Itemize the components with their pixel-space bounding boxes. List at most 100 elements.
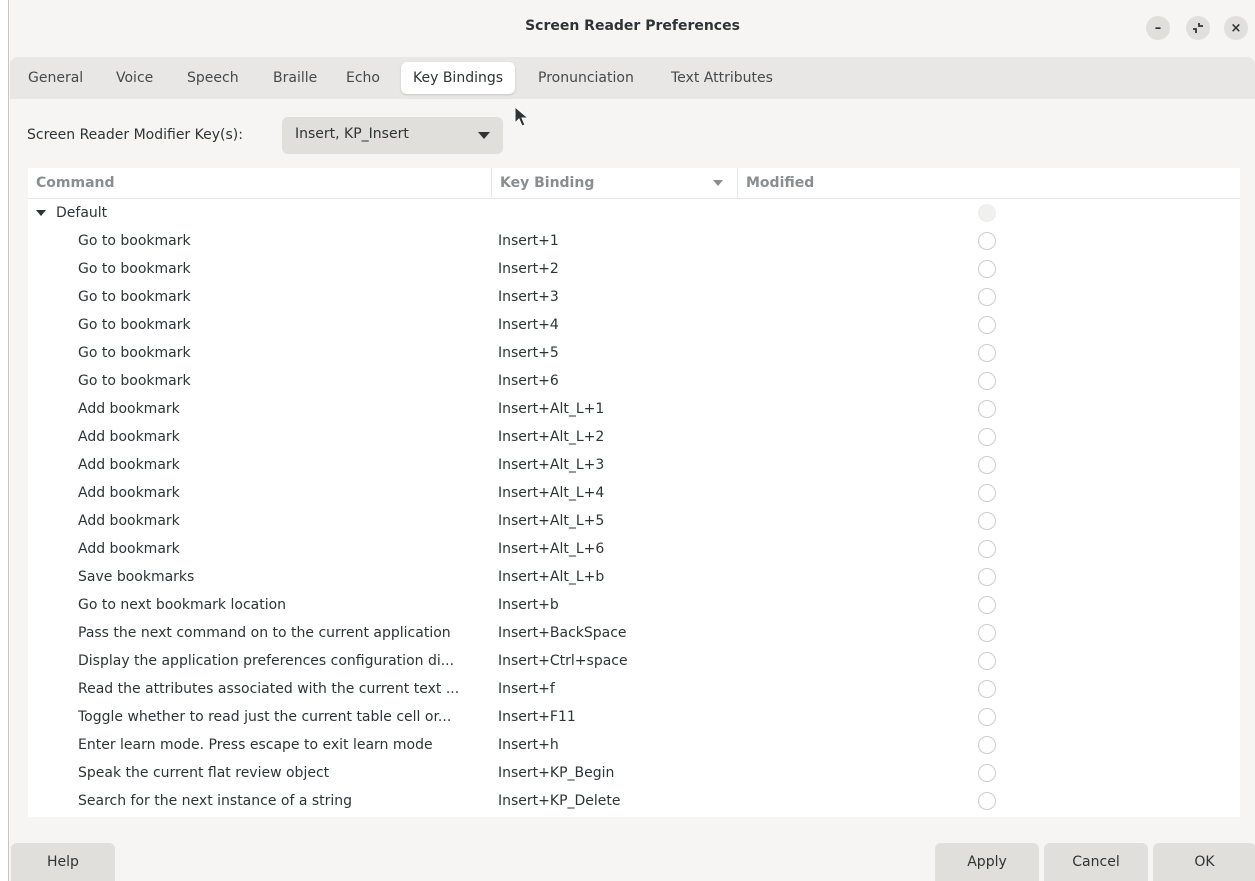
key-binding-cell[interactable]: Insert+F11	[498, 703, 576, 731]
tab-speech[interactable]: Speech	[175, 62, 251, 94]
command-cell: Save bookmarks	[78, 569, 195, 585]
mouse-pointer-icon	[514, 106, 530, 127]
modified-checkbox[interactable]	[978, 316, 996, 334]
key-bindings-table[interactable]: Command Key Binding Modified Default Go …	[28, 168, 1240, 817]
key-binding-cell[interactable]: Insert+5	[498, 339, 559, 367]
modified-checkbox[interactable]	[978, 344, 996, 362]
table-row[interactable]: Read the attributes associated with the …	[28, 675, 1240, 703]
table-row[interactable]: Add bookmark Insert+Alt_L+4	[28, 479, 1240, 507]
tree-group-row[interactable]: Default	[28, 199, 1240, 227]
table-row[interactable]: Save bookmarks Insert+Alt_L+b	[28, 563, 1240, 591]
table-row[interactable]: Pass the next command on to the current …	[28, 619, 1240, 647]
key-binding-cell[interactable]: Insert+4	[498, 311, 559, 339]
key-binding-cell[interactable]: Insert+BackSpace	[498, 619, 627, 647]
modified-checkbox[interactable]	[978, 792, 996, 810]
modified-checkbox[interactable]	[978, 456, 996, 474]
table-row[interactable]: Go to bookmark Insert+2	[28, 255, 1240, 283]
modified-checkbox[interactable]	[978, 400, 996, 418]
tab-echo[interactable]: Echo	[334, 62, 392, 94]
key-binding-cell[interactable]: Insert+3	[498, 283, 559, 311]
preferences-window: Screen Reader Preferences – × General Vo…	[8, 0, 1255, 881]
modified-checkbox[interactable]	[978, 764, 996, 782]
modified-checkbox[interactable]	[978, 512, 996, 530]
column-header-key-binding[interactable]: Key Binding	[491, 168, 737, 198]
modified-checkbox[interactable]	[978, 568, 996, 586]
ok-button[interactable]: OK	[1153, 843, 1255, 881]
table-row[interactable]: Display the application preferences conf…	[28, 647, 1240, 675]
table-row[interactable]: Add bookmark Insert+Alt_L+5	[28, 507, 1240, 535]
tab-key-bindings[interactable]: Key Bindings	[401, 62, 516, 94]
key-binding-cell[interactable]: Insert+1	[498, 227, 559, 255]
cancel-button[interactable]: Cancel	[1044, 843, 1148, 881]
table-row[interactable]: Speak the current flat review object Inse…	[28, 759, 1240, 787]
command-cell: Go to bookmark	[78, 345, 191, 361]
key-binding-cell[interactable]: Insert+h	[498, 731, 559, 759]
table-row[interactable]: Go to next bookmark location Insert+b	[28, 591, 1240, 619]
close-button[interactable]: ×	[1224, 16, 1248, 40]
key-binding-cell[interactable]: Insert+b	[498, 591, 559, 619]
table-row[interactable]: Go to bookmark Insert+4	[28, 311, 1240, 339]
table-row[interactable]: Go to bookmark Insert+5	[28, 339, 1240, 367]
tab-general[interactable]: General	[16, 62, 95, 94]
table-row[interactable]: Add bookmark Insert+Alt_L+1	[28, 395, 1240, 423]
key-binding-cell[interactable]: Insert+Ctrl+space	[498, 647, 628, 675]
table-row[interactable]: Go to bookmark Insert+3	[28, 283, 1240, 311]
modified-checkbox[interactable]	[978, 428, 996, 446]
table-row[interactable]: Search for the next instance of a string…	[28, 787, 1240, 815]
column-command-label: Command	[36, 175, 115, 191]
key-binding-cell[interactable]: Insert+Alt_L+5	[498, 507, 604, 535]
key-binding-cell[interactable]: Insert+f	[498, 675, 555, 703]
key-binding-cell[interactable]: Insert+KP_Begin	[498, 759, 614, 787]
modified-checkbox[interactable]	[978, 596, 996, 614]
command-cell: Enter learn mode. Press escape to exit l…	[78, 737, 433, 753]
modified-checkbox[interactable]	[978, 680, 996, 698]
key-binding-cell[interactable]: Insert+KP_Delete	[498, 787, 621, 815]
expander-arrow-icon[interactable]	[36, 210, 46, 216]
command-cell: Add bookmark	[78, 485, 180, 501]
modified-checkbox[interactable]	[978, 484, 996, 502]
tab-pronunciation[interactable]: Pronunciation	[526, 62, 646, 94]
modified-checkbox[interactable]	[978, 260, 996, 278]
key-binding-cell[interactable]: Insert+2	[498, 255, 559, 283]
table-row[interactable]: Toggle whether to read just the current …	[28, 703, 1240, 731]
minimize-button[interactable]: –	[1146, 16, 1170, 40]
table-row[interactable]: Go to bookmark Insert+6	[28, 367, 1240, 395]
column-header-command[interactable]: Command	[28, 168, 491, 198]
modified-checkbox[interactable]	[978, 540, 996, 558]
key-binding-cell[interactable]: Insert+Alt_L+3	[498, 451, 604, 479]
title-bar[interactable]: Screen Reader Preferences – ×	[9, 0, 1255, 55]
modified-checkbox[interactable]	[978, 288, 996, 306]
table-row[interactable]: Add bookmark Insert+Alt_L+3	[28, 451, 1240, 479]
modified-checkbox[interactable]	[978, 232, 996, 250]
restore-button[interactable]	[1186, 16, 1210, 40]
tab-text-attributes[interactable]: Text Attributes	[659, 62, 785, 94]
command-cell: Display the application preferences conf…	[78, 653, 455, 669]
modified-checkbox[interactable]	[978, 204, 996, 222]
modified-checkbox[interactable]	[978, 708, 996, 726]
group-label: Default	[56, 205, 108, 221]
apply-button[interactable]: Apply	[935, 843, 1039, 881]
tab-braille[interactable]: Braille	[261, 62, 329, 94]
table-row[interactable]: Go to bookmark Insert+1	[28, 227, 1240, 255]
help-button[interactable]: Help	[11, 843, 115, 881]
command-cell: Pass the next command on to the current …	[78, 625, 451, 641]
tab-voice[interactable]: Voice	[104, 62, 165, 94]
modified-checkbox[interactable]	[978, 652, 996, 670]
table-row[interactable]: Enter learn mode. Press escape to exit l…	[28, 731, 1240, 759]
modifier-dropdown[interactable]: Insert, KP_Insert	[282, 117, 503, 154]
key-binding-cell[interactable]: Insert+Alt_L+6	[498, 535, 604, 563]
column-header-modified[interactable]: Modified	[737, 168, 1240, 198]
modified-checkbox[interactable]	[978, 736, 996, 754]
key-binding-cell[interactable]: Insert+Alt_L+2	[498, 423, 604, 451]
command-cell: Go to bookmark	[78, 233, 191, 249]
key-binding-cell[interactable]: Insert+6	[498, 367, 559, 395]
key-binding-cell[interactable]: Insert+Alt_L+b	[498, 563, 604, 591]
key-binding-cell[interactable]: Insert+Alt_L+4	[498, 479, 604, 507]
modified-checkbox[interactable]	[978, 624, 996, 642]
modified-checkbox[interactable]	[978, 372, 996, 390]
key-binding-cell[interactable]: Insert+Alt_L+1	[498, 395, 604, 423]
table-row[interactable]: Add bookmark Insert+Alt_L+2	[28, 423, 1240, 451]
column-key-binding-label: Key Binding	[500, 175, 595, 191]
table-row[interactable]: Add bookmark Insert+Alt_L+6	[28, 535, 1240, 563]
command-cell: Add bookmark	[78, 513, 180, 529]
